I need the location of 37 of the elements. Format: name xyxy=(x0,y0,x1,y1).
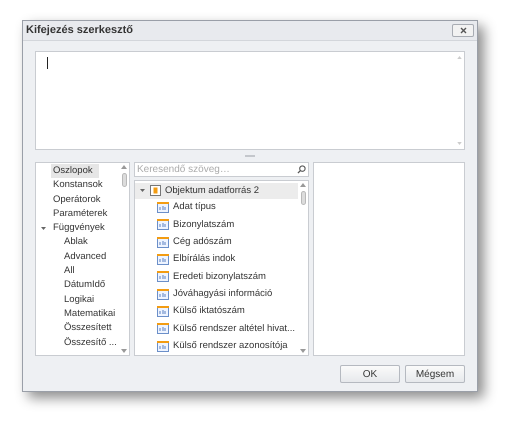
tree-label: Külső rendszer altétel hivat... xyxy=(173,322,295,336)
category-item[interactable]: Ablak xyxy=(64,235,88,250)
tree-row[interactable]: Jóváhagyási információ xyxy=(135,286,298,303)
category-item[interactable]: Logikai xyxy=(64,292,94,307)
tree-row[interactable]: Külső rendszer azonosítója xyxy=(135,338,298,355)
tree-row[interactable]: Cég adószám xyxy=(135,234,298,251)
tree-row[interactable]: Elbírálás indok xyxy=(135,250,298,268)
tree-label: Adat típus xyxy=(173,200,216,214)
category-item[interactable]: Paraméterek xyxy=(51,206,114,222)
category-item[interactable]: Függvények xyxy=(51,221,111,236)
category-item[interactable]: Összesített xyxy=(64,321,112,336)
tree-row[interactable]: Objektum adatforrás 2 xyxy=(135,183,298,199)
tree-row[interactable]: Adat típus xyxy=(135,198,298,216)
dialog-button[interactable]: OK xyxy=(340,365,400,383)
category-item[interactable]: All xyxy=(64,264,75,278)
tree-label: Külső rendszer azonosítója xyxy=(173,339,288,354)
tree-row[interactable]: Külső iktatószám xyxy=(135,302,298,320)
tree-label: Jóváhagyási információ xyxy=(173,287,272,302)
category-item[interactable]: DátumIdő xyxy=(64,278,106,293)
window-title: Kifejezés szerkesztő xyxy=(26,23,133,38)
search-field[interactable]: Keresendő szöveg… xyxy=(134,162,309,177)
category-item[interactable]: Operátorok xyxy=(51,192,107,207)
tree-label: Cég adószám xyxy=(173,235,232,250)
tree-row[interactable]: Külső rendszer altétel hivat... xyxy=(135,320,298,338)
tree-label: Külső iktatószám xyxy=(173,304,245,318)
tree-label: Objektum adatforrás 2 xyxy=(165,184,259,198)
tree-label: Elbírálás indok xyxy=(173,252,236,266)
dialog-button[interactable]: Mégsem xyxy=(405,365,465,383)
tree-row[interactable]: Bizonylatszám xyxy=(135,216,298,234)
tree-label: Bizonylatszám xyxy=(173,218,234,232)
category-item[interactable]: Konstansok xyxy=(51,178,109,193)
category-item[interactable]: Matematikai xyxy=(64,306,116,322)
category-item[interactable]: Oszlopok xyxy=(51,164,99,178)
tree-row[interactable]: Eredeti bizonylatszám xyxy=(135,268,298,286)
category-item[interactable]: Advanced xyxy=(64,250,106,264)
category-item[interactable]: Összesítő ... xyxy=(64,336,117,350)
tree-label: Eredeti bizonylatszám xyxy=(173,270,266,284)
